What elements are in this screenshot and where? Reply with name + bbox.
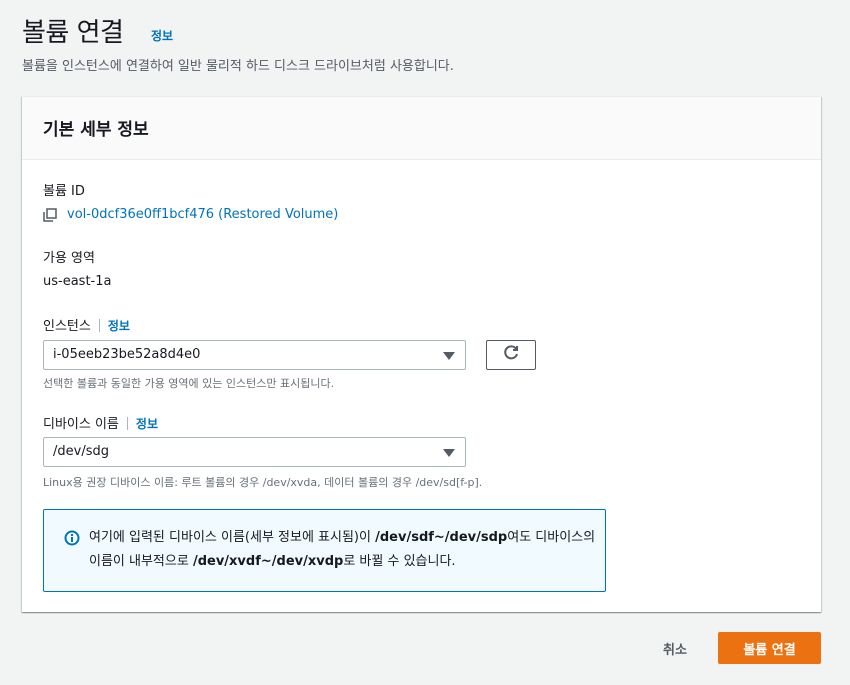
device-select-value: /dev/sdg: [53, 444, 109, 459]
attach-volume-button[interactable]: 볼륨 연결: [718, 632, 821, 664]
volume-id-label: 볼륨 ID: [43, 184, 85, 199]
alert-text-part: 로 바뀔 수 있습니다.: [343, 554, 456, 569]
alert-bold-range: /dev/sdf~/dev/sdp: [375, 530, 508, 545]
instance-label-row: 인스턴스 정보: [43, 315, 130, 334]
alert-text: 여기에 입력된 디바이스 이름(세부 정보에 표시됨)이 /dev/sdf~/d…: [89, 526, 599, 574]
volume-id-link[interactable]: vol-0dcf36e0ff1bcf476 (Restored Volume): [43, 207, 338, 222]
alert-text-part: 여기에 입력된 디바이스 이름(세부 정보에 표시됨)이: [89, 530, 376, 545]
alert-bold-range: /dev/xvdf~/dev/xvdp: [192, 554, 344, 569]
separator: [98, 319, 100, 332]
page-title-info-link[interactable]: 정보: [151, 27, 173, 44]
details-panel: 기본 세부 정보 볼륨 ID vol-0dcf36e0ff1bcf476 (Re…: [22, 96, 821, 612]
device-hint: Linux용 권장 디바이스 이름: 루트 볼륨의 경우 /dev/xvda, …: [43, 476, 483, 489]
instance-info-link[interactable]: 정보: [108, 319, 130, 333]
device-info-link[interactable]: 정보: [136, 417, 158, 431]
separator: [126, 417, 128, 430]
page-title: 볼륨 연결: [22, 18, 124, 48]
instance-label: 인스턴스: [43, 319, 91, 334]
caret-down-icon: [443, 352, 455, 360]
info-alert: 여기에 입력된 디바이스 이름(세부 정보에 표시됨)이 /dev/sdf~/d…: [43, 509, 606, 592]
instance-select-value: i-05eeb23be52a8d4e0: [53, 347, 201, 362]
panel-header: 기본 세부 정보: [22, 97, 821, 160]
page-description: 볼륨을 인스턴스에 연결하여 일반 물리적 하드 디스크 드라이브처럼 사용합니…: [22, 59, 454, 74]
refresh-icon: [502, 344, 520, 366]
device-label: 디바이스 이름: [43, 417, 119, 432]
panel-title: 기본 세부 정보: [43, 120, 149, 140]
caret-down-icon: [443, 449, 455, 457]
info-icon: [64, 530, 80, 546]
device-label-row: 디바이스 이름 정보: [43, 413, 158, 432]
copy-icon[interactable]: [43, 207, 57, 222]
instance-select[interactable]: i-05eeb23be52a8d4e0: [43, 340, 466, 370]
device-select[interactable]: /dev/sdg: [43, 437, 466, 467]
volume-id-value[interactable]: vol-0dcf36e0ff1bcf476 (Restored Volume): [67, 207, 338, 222]
az-value: us-east-1a: [43, 274, 112, 289]
refresh-button[interactable]: [486, 340, 536, 370]
cancel-button[interactable]: 취소: [645, 633, 705, 663]
az-label: 가용 영역: [43, 251, 95, 266]
instance-hint: 선택한 볼륨과 동일한 가용 영역에 있는 인스턴스만 표시됩니다.: [43, 377, 335, 390]
